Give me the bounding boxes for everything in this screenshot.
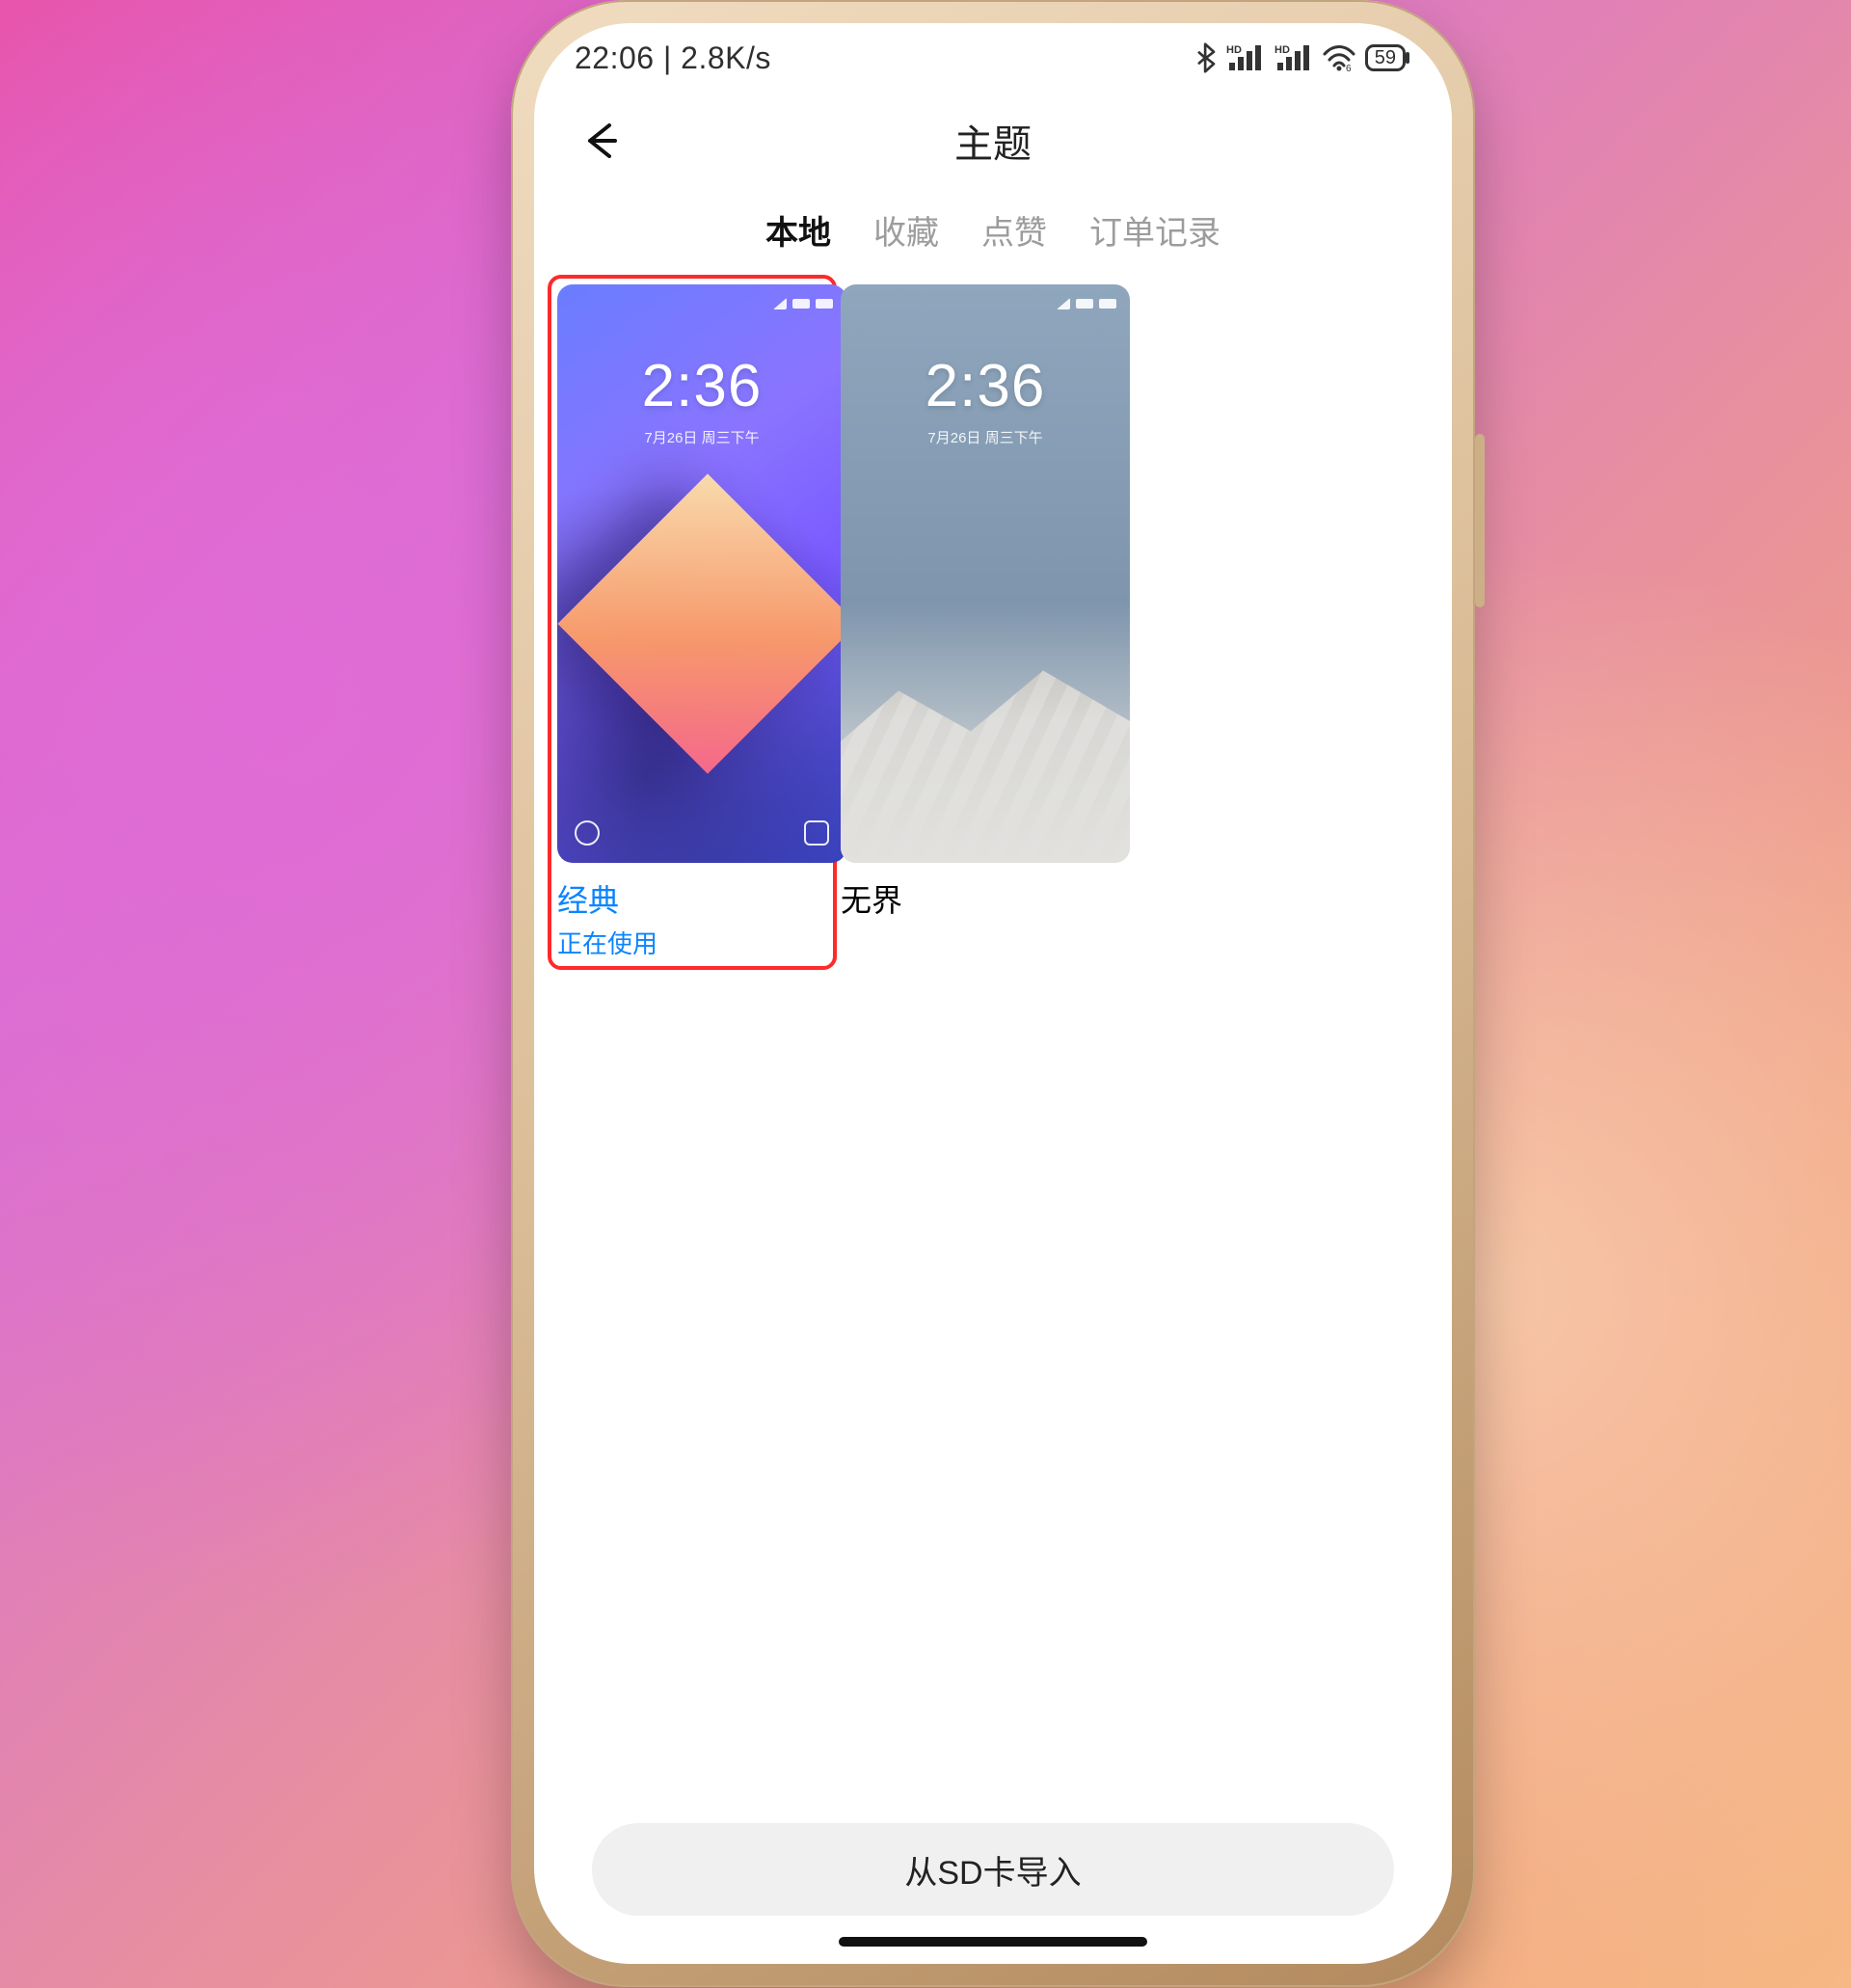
lockscreen-time: 2:36 [557,352,846,420]
lockscreen-mini-status [773,298,833,309]
camera-icon [1087,820,1113,846]
lockscreen-date: 7月26日 周三下午 [841,427,1130,447]
bluetooth-icon [1195,42,1217,73]
themes-grid: 2:36 7月26日 周三下午 经典 正在使用 2:36 7月26日 周三下午 … [534,284,1452,960]
status-left: 22:06 | 2.8K/s [575,40,771,76]
theme-card-wujie[interactable]: 2:36 7月26日 周三下午 无界 [841,284,1130,960]
theme-name: 无界 [841,876,1130,921]
theme-thumbnail: 2:36 7月26日 周三下午 [841,284,1130,863]
wifi-icon: 6 [1323,44,1355,71]
lockscreen-mini-status [1057,298,1116,309]
phone-screen: 22:06 | 2.8K/s HD HD 6 59 [534,23,1452,1964]
status-right: HD HD 6 59 [1195,42,1406,73]
theme-thumbnail: 2:36 7月26日 周三下午 [557,284,846,863]
tab-bar: 本地 收藏 点赞 订单记录 [534,189,1452,284]
theme-name: 经典 [557,876,827,921]
svg-text:HD: HD [1274,44,1290,56]
tab-local[interactable]: 本地 [765,206,831,257]
tab-likes[interactable]: 点赞 [981,206,1047,257]
status-time: 22:06 [575,40,655,75]
status-bar: 22:06 | 2.8K/s HD HD 6 59 [534,23,1452,93]
home-indicator[interactable] [839,1937,1147,1947]
arrow-left-icon [580,120,623,162]
tab-favorites[interactable]: 收藏 [873,206,939,257]
camera-icon [804,820,829,846]
battery-level: 59 [1375,48,1396,67]
page-title: 主题 [534,113,1452,169]
signal-hd-2-icon: HD [1274,43,1313,72]
import-from-sd-button[interactable]: 从SD卡导入 [592,1823,1394,1916]
import-button-label: 从SD卡导入 [904,1846,1081,1894]
lockscreen-bottom-icons [858,820,1113,846]
phone-mockup: 22:06 | 2.8K/s HD HD 6 59 [511,0,1475,1987]
svg-text:HD: HD [1226,44,1242,56]
status-net-speed: 2.8K/s [681,40,771,75]
app-header: 主题 [534,93,1452,189]
tab-orders[interactable]: 订单记录 [1089,206,1221,257]
lockscreen-time: 2:36 [841,352,1130,420]
theme-card-classic[interactable]: 2:36 7月26日 周三下午 经典 正在使用 [548,275,837,970]
lockscreen-left-icon [858,820,883,846]
signal-hd-1-icon: HD [1226,43,1265,72]
lockscreen-left-icon [575,820,600,846]
battery-icon: 59 [1365,44,1406,71]
theme-status: 正在使用 [557,925,827,960]
svg-text:6: 6 [1346,64,1352,71]
lockscreen-date: 7月26日 周三下午 [557,427,846,447]
back-button[interactable] [573,112,630,170]
lockscreen-bottom-icons [575,820,829,846]
